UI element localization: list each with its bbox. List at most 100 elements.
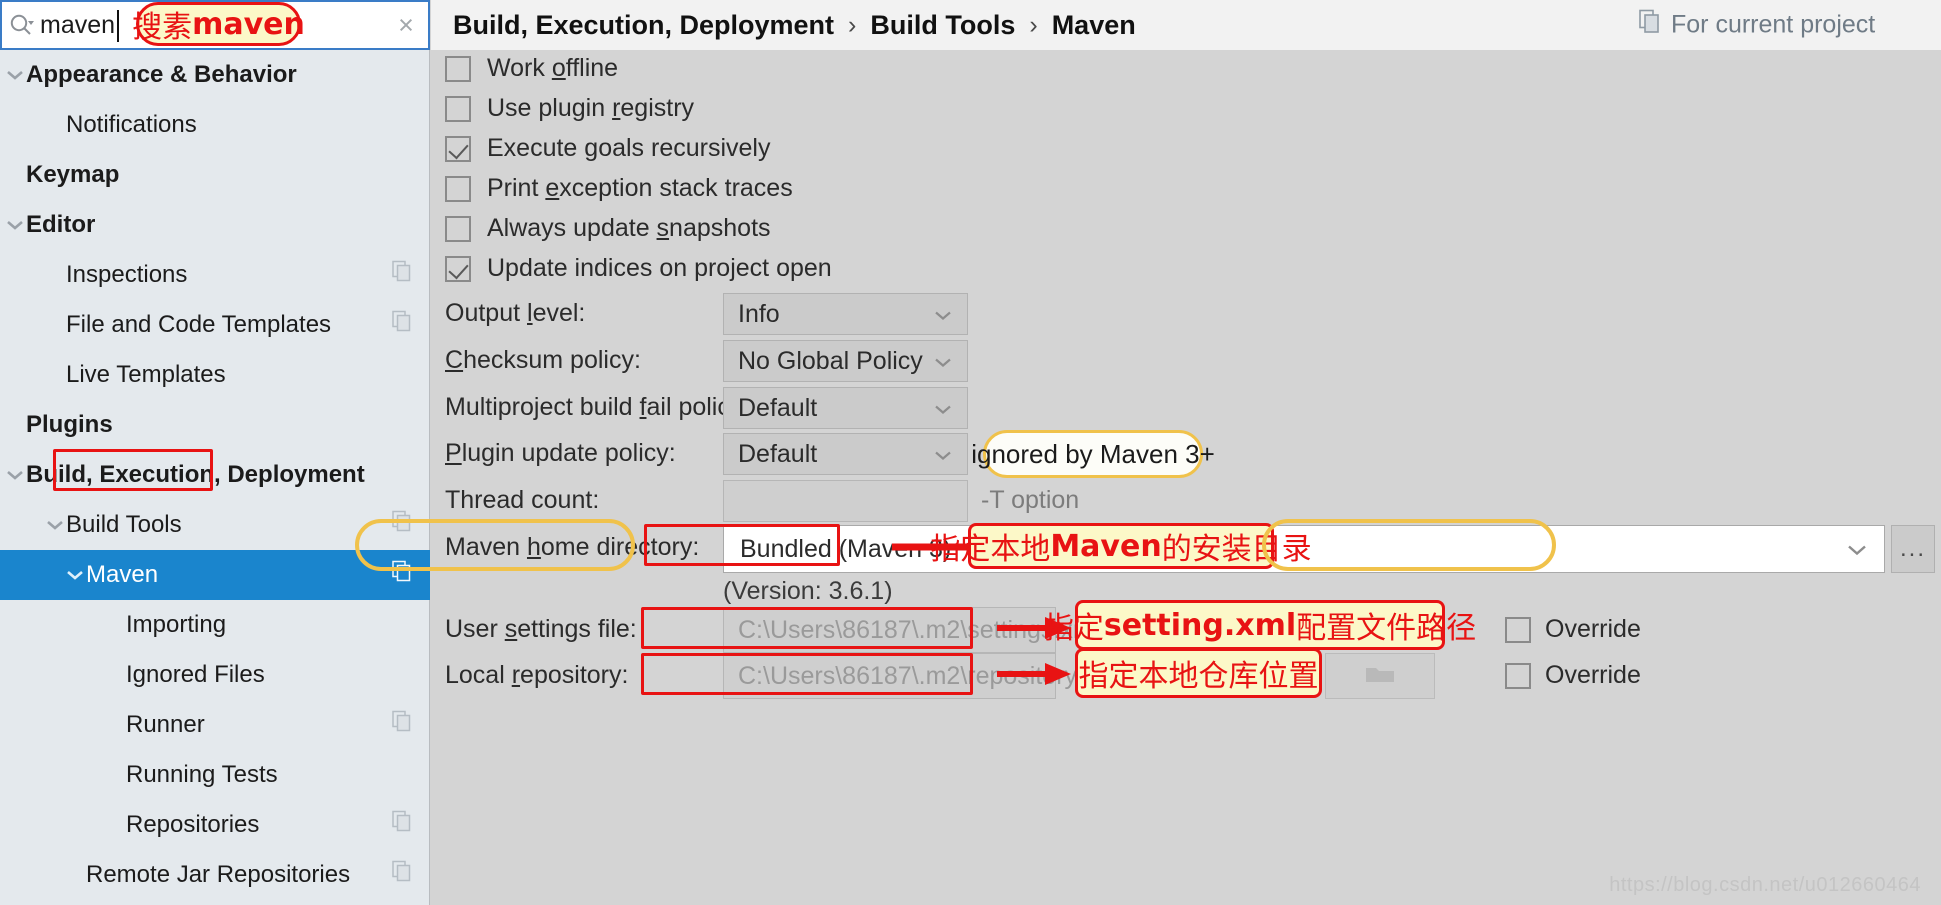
user-settings-override[interactable]: Override (1505, 615, 1641, 644)
sidebar-item-build-tools[interactable]: Build Tools (0, 500, 430, 550)
checkbox-always-update-snapshots[interactable]: Always update snapshots (445, 214, 771, 243)
checkbox-execute-goals-recursively[interactable]: Execute goals recursively (445, 134, 770, 163)
sidebar-item-ignored-files[interactable]: Ignored Files (0, 650, 430, 700)
local-repository-input[interactable]: C:\Users\86187\.m2\repository (723, 653, 1077, 699)
chevron-down-icon[interactable] (4, 64, 26, 86)
sidebar-item-keymap[interactable]: Keymap (0, 150, 430, 200)
copy-scope-icon (392, 510, 412, 540)
checkbox-box[interactable] (445, 175, 471, 202)
plugin-update-policy-dropdown[interactable]: Default (723, 433, 968, 475)
checkbox-label: Always update snapshots (487, 214, 771, 242)
sidebar-item-label: Importing (126, 611, 227, 638)
sidebar-item-remote-jar-repositories[interactable]: Remote Jar Repositories (0, 850, 430, 900)
annotation-settings-pre: 指定 (1043, 611, 1104, 646)
sidebar-item-notifications[interactable]: Notifications (0, 100, 430, 150)
chevron-down-icon[interactable] (44, 514, 66, 536)
checkbox-box[interactable] (445, 55, 471, 82)
copy-scope-icon (392, 560, 412, 590)
checkbox-box[interactable] (445, 95, 471, 122)
checkbox-print-exception-stack-traces[interactable]: Print exception stack traces (445, 174, 793, 203)
checkbox-box[interactable] (1505, 662, 1531, 689)
sidebar-item-live-templates[interactable]: Live Templates (0, 350, 430, 400)
breadcrumb-item-1[interactable]: Build Tools (870, 10, 1015, 41)
chevron-down-icon (933, 394, 953, 423)
sidebar-item-appearance-behavior[interactable]: Appearance & Behavior (0, 50, 430, 100)
settings-tree: Appearance & Behavior Notifications Keymap… (0, 50, 430, 900)
output-level-dropdown[interactable]: Info (723, 293, 968, 335)
maven-home-browse-button[interactable]: ... (1891, 525, 1935, 573)
sidebar-item-label: Keymap (26, 161, 120, 188)
thread-count-input[interactable] (723, 480, 968, 522)
annotation-repository-text: 指定本地仓库位置 (1078, 659, 1319, 694)
settings-content: Build, Execution, Deployment › Build Too… (431, 0, 1941, 905)
output-level-value: Info (738, 299, 780, 328)
watermark: https://blog.csdn.net/u012660464 (1609, 874, 1921, 896)
maven-home-label: Maven home directory: (445, 533, 700, 561)
maven-version-text: (Version: 3.6.1) (723, 577, 893, 605)
output-level-label: Output level: (445, 299, 586, 327)
sidebar-item-runner[interactable]: Runner (0, 700, 430, 750)
sidebar-item-maven[interactable]: Maven (0, 550, 430, 600)
sidebar-item-label: Notifications (66, 111, 197, 138)
copy-scope-icon (392, 260, 412, 290)
for-current-project-label: For current project (1639, 9, 1876, 41)
sidebar-item-build-execution-deployment[interactable]: Build, Execution, Deployment (0, 450, 430, 500)
sidebar-item-label: Ignored Files (126, 661, 265, 688)
checkbox-box[interactable] (445, 135, 471, 162)
annotation-maven-home-post: 的安装目录 (1161, 532, 1312, 567)
chevron-down-icon[interactable] (4, 464, 26, 486)
sidebar-item-importing[interactable]: Importing (0, 600, 430, 650)
copy-scope-icon (392, 810, 412, 840)
sidebar-item-label: Maven (86, 561, 159, 588)
copy-scope-icon (1639, 9, 1661, 41)
sidebar-item-label: Appearance & Behavior (26, 61, 297, 88)
annotation-settings-post: 配置文件路径 (1296, 611, 1477, 646)
sidebar-item-label: Running Tests (126, 761, 278, 788)
settings-sidebar: × Appearance & Behavior Notifications Keym… (0, 0, 430, 905)
chevron-down-icon (933, 347, 953, 376)
sidebar-item-running-tests[interactable]: Running Tests (0, 750, 430, 800)
copy-scope-icon (392, 310, 412, 340)
sidebar-item-label: Inspections (66, 261, 188, 288)
sidebar-item-label: Build, Execution, Deployment (26, 461, 365, 488)
sidebar-item-plugins[interactable]: Plugins (0, 400, 430, 450)
text-cursor (117, 10, 119, 42)
chevron-down-icon (933, 440, 953, 469)
chevron-down-icon (933, 300, 953, 329)
annotation-settings-callout: 指定 setting.xml 配置文件路径 (1044, 600, 1476, 650)
local-repository-override[interactable]: Override (1505, 661, 1641, 690)
copy-scope-icon (392, 860, 412, 890)
breadcrumb-item-0[interactable]: Build, Execution, Deployment (453, 10, 834, 41)
checkbox-label: Work offline (487, 54, 619, 82)
annotation-maven-home-callout: 指定本地 Maven 的安装目录 (930, 523, 1312, 569)
checksum-policy-value: No Global Policy (738, 346, 923, 375)
sidebar-item-file-and-code-templates[interactable]: File and Code Templates (0, 300, 430, 350)
chevron-down-icon[interactable] (64, 564, 86, 586)
checkbox-box[interactable] (445, 255, 471, 282)
multiproject-fail-policy-label: Multiproject build fail policy: (445, 393, 750, 421)
sidebar-item-repositories[interactable]: Repositories (0, 800, 430, 850)
thread-count-hint: -T option (981, 486, 1080, 514)
annotation-settings-bold: setting.xml (1103, 607, 1297, 643)
search-icon (2, 12, 40, 38)
sidebar-item-label: Runner (126, 711, 205, 738)
user-settings-file-label: User settings file: (445, 615, 637, 643)
sidebar-item-editor[interactable]: Editor (0, 200, 430, 250)
clear-search-icon[interactable]: × (384, 11, 428, 39)
checkbox-use-plugin-registry[interactable]: Use plugin registry (445, 94, 694, 123)
ignored-by-maven-text: ignored by Maven 3+ (971, 438, 1215, 469)
for-current-project-text: For current project (1671, 10, 1876, 39)
checkbox-work-offline[interactable]: Work offline (445, 54, 618, 83)
sidebar-item-inspections[interactable]: Inspections (0, 250, 430, 300)
breadcrumb-bar: Build, Execution, Deployment › Build Too… (431, 0, 1941, 50)
multiproject-fail-policy-dropdown[interactable]: Default (723, 387, 968, 429)
chevron-down-icon[interactable] (4, 214, 26, 236)
local-repository-browse-button[interactable] (1325, 653, 1435, 699)
checkbox-update-indices-on-project-open[interactable]: Update indices on project open (445, 254, 832, 283)
checkbox-box[interactable] (1505, 616, 1531, 643)
user-settings-file-input[interactable]: C:\Users\86187\.m2\settings.xml (723, 607, 1099, 653)
annotation-repository-callout: 指定本地仓库位置 (1075, 648, 1322, 698)
sidebar-item-label: File and Code Templates (66, 311, 332, 338)
checkbox-box[interactable] (445, 215, 471, 242)
checksum-policy-dropdown[interactable]: No Global Policy (723, 340, 968, 382)
